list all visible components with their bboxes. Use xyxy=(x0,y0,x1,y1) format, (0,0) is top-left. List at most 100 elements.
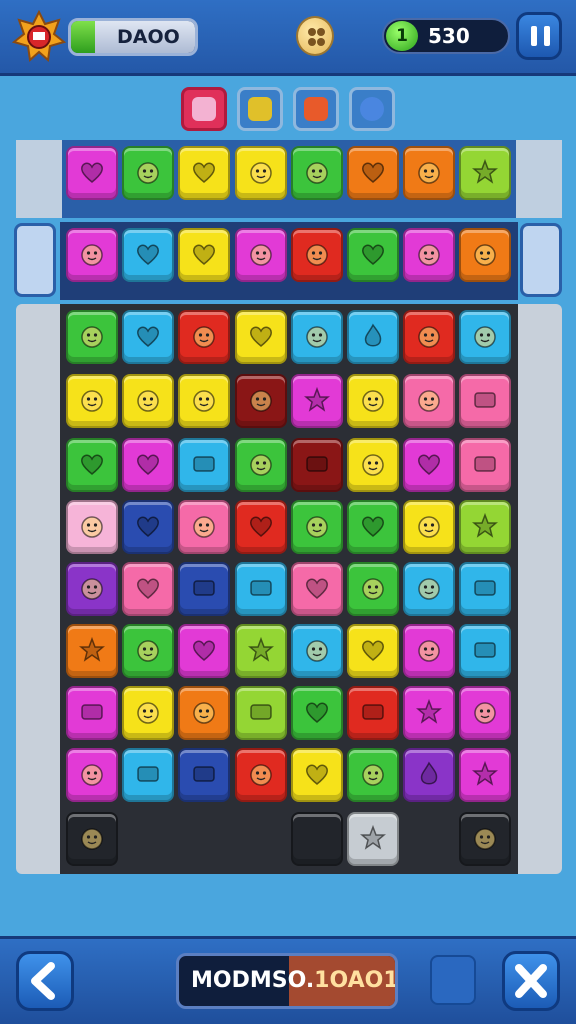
tile-box[interactable] xyxy=(459,624,511,678)
tile-face[interactable] xyxy=(347,748,399,802)
tile-heart[interactable] xyxy=(235,310,287,364)
heart-icon xyxy=(305,764,329,785)
tile-face[interactable] xyxy=(459,812,511,866)
tile-box[interactable] xyxy=(291,438,343,492)
tile-face[interactable] xyxy=(459,686,511,740)
tile-heart[interactable] xyxy=(291,686,343,740)
tile-flame[interactable] xyxy=(347,310,399,364)
tile-face[interactable] xyxy=(178,686,230,740)
tile-heart[interactable] xyxy=(66,146,118,200)
tile-face[interactable] xyxy=(347,374,399,428)
tile-face[interactable] xyxy=(66,562,118,616)
tile-face[interactable] xyxy=(347,438,399,492)
tile-face[interactable] xyxy=(403,146,455,200)
tile-face[interactable] xyxy=(178,374,230,428)
tile-heart[interactable] xyxy=(235,500,287,554)
tile-heart[interactable] xyxy=(122,228,174,282)
face-icon xyxy=(418,162,440,184)
empty-slot[interactable] xyxy=(430,955,476,1005)
box-icon xyxy=(250,704,272,720)
tile-star[interactable] xyxy=(66,624,118,678)
tile-face[interactable] xyxy=(66,310,118,364)
tile-heart[interactable] xyxy=(122,562,174,616)
tile-heart[interactable] xyxy=(347,500,399,554)
tile-box[interactable] xyxy=(347,686,399,740)
tile-face[interactable] xyxy=(291,310,343,364)
tile-star[interactable] xyxy=(235,624,287,678)
tile-face[interactable] xyxy=(66,374,118,428)
tray-slot-fries[interactable] xyxy=(293,87,339,131)
tile-heart[interactable] xyxy=(178,228,230,282)
tile-face[interactable] xyxy=(291,228,343,282)
rank-badge-icon[interactable] xyxy=(12,10,66,64)
tile-heart[interactable] xyxy=(347,624,399,678)
tile-heart[interactable] xyxy=(178,146,230,200)
close-button[interactable] xyxy=(502,951,560,1011)
tile-star[interactable] xyxy=(403,686,455,740)
tile-box[interactable] xyxy=(235,686,287,740)
back-button[interactable] xyxy=(16,951,74,1011)
tile-heart[interactable] xyxy=(122,500,174,554)
tile-box[interactable] xyxy=(178,748,230,802)
tile-heart[interactable] xyxy=(347,146,399,200)
tile-face[interactable] xyxy=(235,146,287,200)
tile-face[interactable] xyxy=(291,500,343,554)
tile-face[interactable] xyxy=(291,146,343,200)
tile-face[interactable] xyxy=(235,374,287,428)
tile-face[interactable] xyxy=(459,310,511,364)
tile-face[interactable] xyxy=(235,748,287,802)
menu-button[interactable] xyxy=(516,12,562,60)
tile-face[interactable] xyxy=(122,374,174,428)
tile-face[interactable] xyxy=(66,228,118,282)
tile-box[interactable] xyxy=(235,562,287,616)
tile-box[interactable] xyxy=(178,562,230,616)
tile-heart[interactable] xyxy=(291,562,343,616)
tile-face[interactable] xyxy=(178,500,230,554)
tile-box[interactable] xyxy=(459,374,511,428)
tile-face[interactable] xyxy=(66,748,118,802)
tile-heart[interactable] xyxy=(347,228,399,282)
music-card-right[interactable] xyxy=(520,223,562,297)
tile-face[interactable] xyxy=(66,500,118,554)
tile-box[interactable] xyxy=(66,686,118,740)
tile-box[interactable] xyxy=(122,748,174,802)
tile-flame[interactable] xyxy=(403,748,455,802)
tile-face[interactable] xyxy=(235,438,287,492)
tile-face[interactable] xyxy=(403,562,455,616)
tile-face[interactable] xyxy=(403,624,455,678)
tile-heart[interactable] xyxy=(291,748,343,802)
tile-box[interactable] xyxy=(459,562,511,616)
tile-heart[interactable] xyxy=(178,624,230,678)
tile-star[interactable] xyxy=(459,500,511,554)
tile-face[interactable] xyxy=(403,228,455,282)
tile-face[interactable] xyxy=(347,562,399,616)
tile-heart[interactable] xyxy=(122,310,174,364)
tile-face[interactable] xyxy=(122,146,174,200)
music-card-left[interactable] xyxy=(14,223,56,297)
tile-heart[interactable] xyxy=(66,438,118,492)
tile-face[interactable] xyxy=(291,624,343,678)
tile-box[interactable] xyxy=(459,438,511,492)
tray-slot-cat[interactable] xyxy=(181,87,227,131)
tile-face[interactable] xyxy=(66,812,118,866)
tray-slot-bubble[interactable] xyxy=(349,87,395,131)
tile-box[interactable] xyxy=(178,438,230,492)
tile-face[interactable] xyxy=(403,500,455,554)
tile-face[interactable] xyxy=(403,310,455,364)
tile-star[interactable] xyxy=(459,146,511,200)
tile-face[interactable] xyxy=(122,686,174,740)
box-icon xyxy=(193,456,215,472)
tile-star[interactable] xyxy=(459,748,511,802)
tile-star[interactable] xyxy=(347,812,399,866)
tile-star[interactable] xyxy=(291,374,343,428)
tile-face[interactable] xyxy=(459,228,511,282)
tile-heart[interactable] xyxy=(122,438,174,492)
tile-heart[interactable] xyxy=(403,438,455,492)
tile-empty[interactable] xyxy=(291,812,343,866)
tile-face[interactable] xyxy=(403,374,455,428)
tile-face[interactable] xyxy=(122,624,174,678)
pause-button[interactable] xyxy=(296,16,334,56)
tray-slot-jar[interactable] xyxy=(237,87,283,131)
tile-face[interactable] xyxy=(178,310,230,364)
tile-face[interactable] xyxy=(235,228,287,282)
